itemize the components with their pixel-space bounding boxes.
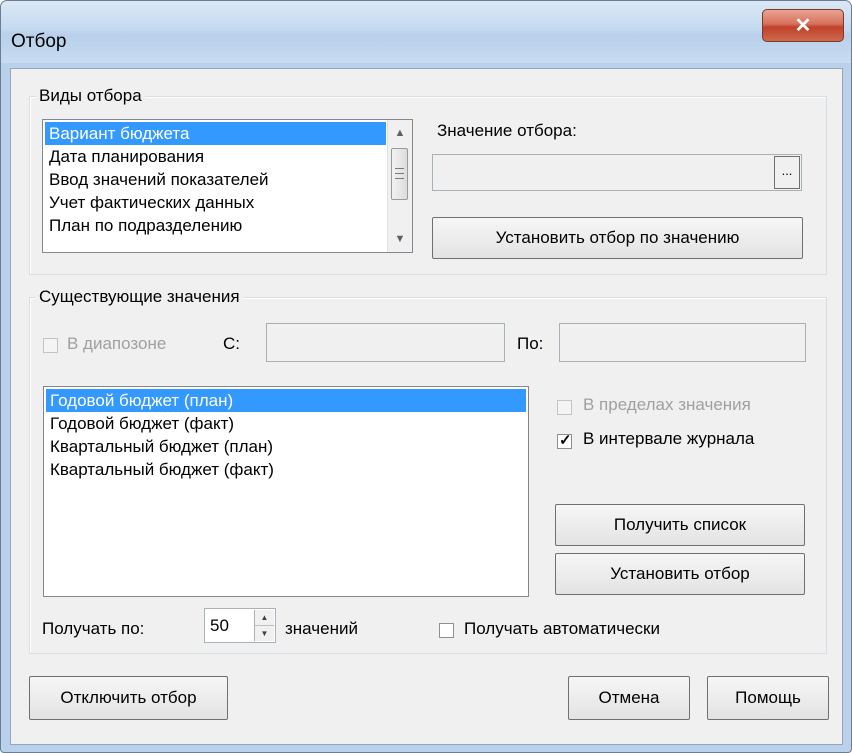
existing-values-group: Существующие значения В диапозоне С: По:…: [29, 287, 827, 654]
from-label: С:: [223, 334, 240, 353]
grip-line: [395, 168, 404, 169]
close-icon: ✕: [794, 15, 812, 37]
scroll-up-icon[interactable]: ▲: [388, 122, 412, 144]
within-value-checkbox[interactable]: [557, 400, 572, 415]
scroll-down-icon[interactable]: ▼: [388, 228, 412, 250]
list-item[interactable]: Квартальный бюджет (факт): [46, 458, 526, 481]
window-title: Отбор: [11, 31, 67, 52]
fetch-count-stepper[interactable]: 50 ▲ ▼: [204, 608, 276, 643]
help-button[interactable]: Помощь: [707, 676, 829, 720]
filter-dialog: Отбор ✕ Виды отбора Вариант бюджета Дата …: [0, 0, 852, 753]
set-filter-by-value-button[interactable]: Установить отбор по значению: [432, 217, 803, 259]
in-journal-interval-checkbox[interactable]: ✓: [557, 432, 572, 449]
fetch-count-spinner[interactable]: ▲ ▼: [254, 610, 274, 641]
filter-types-scrollbar[interactable]: ▲ ▼: [387, 120, 412, 252]
list-item[interactable]: План по подразделению: [45, 214, 386, 237]
range-checkbox[interactable]: [43, 338, 58, 353]
within-value-label: В пределах значения: [583, 395, 751, 414]
filter-value-field[interactable]: ...: [432, 154, 802, 191]
dialog-client-area: Виды отбора Вариант бюджета Дата планиров…: [10, 68, 843, 745]
list-item[interactable]: Годовой бюджет (факт): [46, 412, 526, 435]
auto-fetch-checkbox[interactable]: [439, 623, 454, 638]
spin-up-icon[interactable]: ▲: [255, 610, 274, 626]
fetch-count-value: 50: [210, 616, 229, 635]
in-journal-interval-label: В интервале журнала: [583, 429, 755, 448]
title-bar[interactable]: Отбор ✕: [1, 1, 851, 63]
get-list-button[interactable]: Получить список: [555, 504, 805, 546]
cancel-button[interactable]: Отмена: [568, 676, 690, 720]
list-item[interactable]: Дата планирования: [45, 145, 386, 168]
fetch-by-label: Получать по:: [42, 619, 145, 638]
existing-values-items: Годовой бюджет (план) Годовой бюджет (фак…: [46, 389, 526, 481]
range-label: В диапозоне: [67, 334, 167, 353]
filter-types-items: Вариант бюджета Дата планирования Ввод зна…: [45, 122, 386, 237]
set-filter-button[interactable]: Установить отбор: [555, 553, 805, 595]
values-label: значений: [285, 619, 358, 638]
list-item[interactable]: Ввод значений показателей: [45, 168, 386, 191]
list-item[interactable]: Годовой бюджет (план): [46, 389, 526, 412]
grip-line: [395, 173, 404, 174]
range-to-field[interactable]: [559, 323, 806, 362]
grip-line: [395, 178, 404, 179]
disable-filter-button[interactable]: Отключить отбор: [29, 676, 228, 720]
list-item[interactable]: Вариант бюджета: [45, 122, 386, 145]
spin-down-icon[interactable]: ▼: [255, 626, 274, 642]
existing-values-list[interactable]: Годовой бюджет (план) Годовой бюджет (фак…: [43, 386, 529, 597]
to-label: По:: [517, 334, 544, 353]
close-button[interactable]: ✕: [762, 9, 844, 42]
range-from-field[interactable]: [266, 323, 505, 362]
auto-fetch-label: Получать автоматически: [464, 619, 660, 638]
filter-value-label: Значение отбора:: [437, 121, 577, 140]
scroll-thumb[interactable]: [391, 148, 408, 200]
filter-types-list[interactable]: Вариант бюджета Дата планирования Ввод зна…: [42, 119, 413, 253]
select-value-button[interactable]: ...: [774, 156, 800, 189]
filter-types-legend: Виды отбора: [36, 86, 145, 106]
existing-values-legend: Существующие значения: [36, 287, 243, 307]
checkmark-icon: ✓: [559, 432, 572, 449]
filter-types-group: Виды отбора Вариант бюджета Дата планиров…: [29, 86, 827, 275]
list-item[interactable]: Квартальный бюджет (план): [46, 435, 526, 458]
list-item[interactable]: Учет фактических данных: [45, 191, 386, 214]
